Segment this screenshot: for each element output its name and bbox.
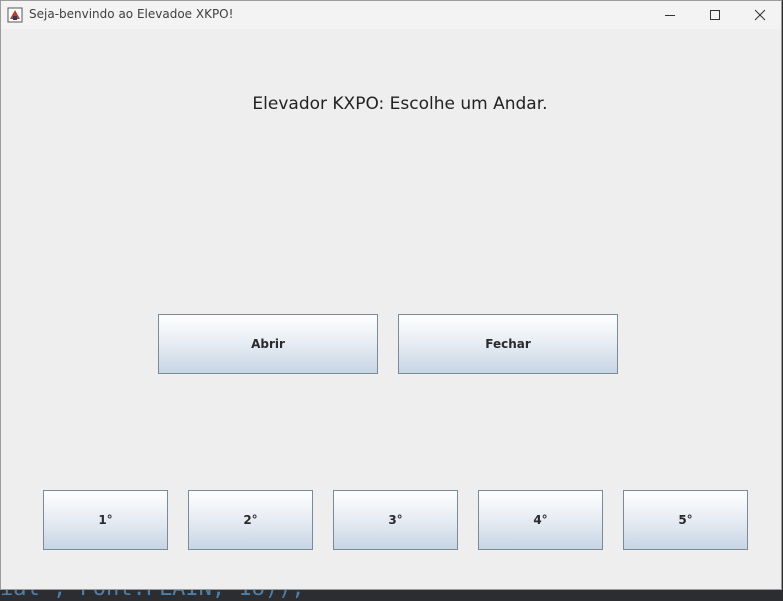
minimize-icon — [664, 9, 676, 21]
open-door-button[interactable]: Abrir — [158, 314, 378, 374]
content-pane: Elevador KXPO: Escolhe um Andar. Abrir F… — [1, 29, 781, 591]
floor-5-button[interactable]: 5° — [623, 490, 748, 550]
app-window: Seja-benvindo ao Elevadoe XKPO! Elevador… — [0, 0, 782, 590]
minimize-button[interactable] — [647, 1, 692, 29]
close-door-button[interactable]: Fechar — [398, 314, 618, 374]
maximize-button[interactable] — [692, 1, 737, 29]
java-app-icon — [7, 7, 23, 23]
floor-4-button[interactable]: 4° — [478, 490, 603, 550]
floor-2-button[interactable]: 2° — [188, 490, 313, 550]
floor-3-button[interactable]: 3° — [333, 490, 458, 550]
title-bar: Seja-benvindo ao Elevadoe XKPO! — [1, 1, 781, 29]
window-title: Seja-benvindo ao Elevadoe XKPO! — [29, 7, 234, 21]
close-icon — [754, 9, 766, 21]
page-title: Elevador KXPO: Escolhe um Andar. — [252, 94, 548, 114]
close-button[interactable] — [737, 1, 782, 29]
maximize-icon — [709, 9, 721, 21]
floor-1-button[interactable]: 1° — [43, 490, 168, 550]
